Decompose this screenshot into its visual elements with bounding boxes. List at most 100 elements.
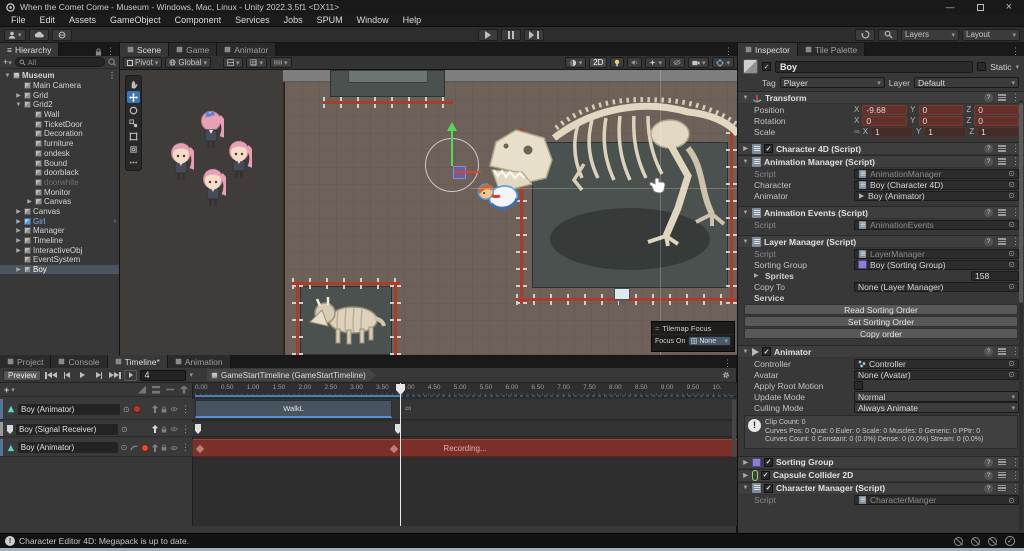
timeline-breadcrumb[interactable]: GameStartTimeline (GameStartTimeline) [207, 369, 376, 381]
custom-tool-button[interactable] [127, 156, 140, 168]
foldout-arrow-icon[interactable]: ▶ [15, 92, 22, 99]
position-y-field[interactable]: 0 [919, 105, 964, 115]
component-checkbox[interactable]: ✓ [761, 471, 770, 480]
object-picker-icon[interactable]: ⊙ [1008, 220, 1015, 229]
hierarchy-item-eventsystem[interactable]: EventSystem [0, 255, 119, 265]
script-field[interactable]: CharacterManger⊙ [854, 495, 1019, 505]
rect-tool-button[interactable] [127, 130, 140, 142]
search-button[interactable] [878, 29, 898, 41]
scale-y-field[interactable]: 1 [924, 127, 966, 137]
menu-jobs[interactable]: Jobs [277, 14, 310, 27]
static-checkbox[interactable] [977, 62, 986, 71]
preview-toggle[interactable]: Preview [3, 370, 41, 381]
script-field[interactable]: LayerManager⊙ [854, 249, 1019, 259]
transform-header[interactable]: ▼ Transform ?⋮ [738, 91, 1024, 104]
foldout-arrow-icon[interactable]: ▶ [15, 237, 22, 244]
character4d-header[interactable]: ▶ ✓ Character 4D (Script) ?⋮ [738, 142, 1024, 155]
eye-icon[interactable] [170, 445, 178, 451]
npc-girl-sprite[interactable] [200, 168, 226, 208]
object-picker-icon[interactable]: ⊙ [1008, 370, 1015, 379]
hierarchy-item-decoration[interactable]: Decoration [0, 129, 119, 139]
goto-end-button[interactable] [108, 370, 121, 381]
object-picker-icon[interactable]: ⊙ [1008, 260, 1015, 269]
link-scale-icon[interactable]: ∞ [854, 127, 860, 136]
scale-x-field[interactable]: 1 [871, 127, 913, 137]
close-button[interactable]: × [1006, 1, 1012, 13]
play-range-toggle[interactable] [124, 370, 137, 381]
scene-viewport[interactable]: = Tilemap Focus Focus On None ▾ [120, 70, 737, 355]
audio-toggle[interactable] [627, 57, 642, 68]
transform-tool-button[interactable] [127, 143, 140, 155]
animation-manager-header[interactable]: ▼ Animation Manager (Script) ?⋮ [738, 155, 1024, 168]
object-picker-icon[interactable]: ⊙ [1008, 249, 1015, 258]
hierarchy-item-main-camera[interactable]: Main Camera [0, 81, 119, 91]
menu-help[interactable]: Help [396, 14, 429, 27]
shading-mode-dropdown[interactable]: ▾ [565, 57, 587, 68]
script-field[interactable]: AnimationManager⊙ [854, 169, 1019, 179]
timeline-clips-area[interactable]: 0.000.501.001.502.002.503.003.504.004.50… [193, 383, 737, 526]
global-toggle[interactable]: Global▾ [165, 57, 211, 68]
hierarchy-item-grid2[interactable]: ▼ Grid2 [0, 100, 119, 110]
animator-header[interactable]: ▼ ✓ Animator ?⋮ [738, 345, 1024, 358]
status-message[interactable]: Character Editor 4D: Megapack is up to d… [19, 536, 189, 546]
no-bake-icon-1[interactable] [954, 537, 963, 546]
view-tool-button[interactable] [127, 78, 140, 90]
focus-on-dropdown[interactable]: None ▾ [688, 336, 731, 346]
maximize-button[interactable] [977, 4, 984, 11]
eye-icon[interactable] [170, 406, 178, 412]
walk-clip[interactable]: WalkL [195, 400, 392, 418]
object-picker-icon[interactable]: ⊙ [1008, 180, 1015, 189]
track-menu-icon[interactable]: ⋮ [181, 443, 190, 452]
track-header-boy-animator-[interactable]: Boy (Animator) ⊙ ⋮ [0, 439, 193, 457]
gameobject-name-field[interactable]: Boy [775, 61, 973, 73]
tool-settings-dropdown[interactable]: ▾ [223, 57, 244, 68]
animation-track-lane[interactable]: WalkL ∞ [193, 399, 737, 420]
no-bake-icon-3[interactable] [988, 537, 997, 546]
tab-animator[interactable]: Animator [217, 43, 276, 56]
next-frame-button[interactable] [92, 370, 105, 381]
frame-field[interactable]: 4 [140, 370, 186, 381]
trex-skeleton-sprite[interactable] [488, 72, 737, 267]
hierarchy-item-bound[interactable]: Bound [0, 158, 119, 168]
panel-menu-icon[interactable]: ⋮ [1011, 47, 1020, 56]
static-dropdown-icon[interactable]: ▾ [1015, 63, 1019, 71]
signal-marker[interactable] [195, 424, 201, 434]
menu-edit[interactable]: Edit [33, 14, 63, 27]
eye-icon[interactable] [170, 426, 178, 432]
layers-dropdown[interactable]: Layers▾ [901, 29, 959, 41]
mix-mode-icon[interactable] [138, 386, 146, 394]
track-menu-icon[interactable]: ⋮ [181, 425, 190, 434]
snap-dropdown[interactable]: ▾ [270, 57, 292, 68]
position-x-field[interactable]: -9.68 [862, 105, 907, 115]
object-picker-icon[interactable]: ⊙ [1008, 169, 1015, 178]
foldout-arrow-icon[interactable]: ▼ [4, 73, 11, 79]
move-gizmo-x-axis[interactable] [454, 171, 481, 173]
apply-root-motion-checkbox[interactable] [854, 381, 863, 390]
hierarchy-item-museum[interactable]: ▼ Museum ⋮ [0, 71, 119, 81]
timeline-settings-gear-icon[interactable] [721, 370, 731, 380]
curves-icon[interactable] [130, 444, 138, 452]
preset-icon[interactable] [998, 94, 1006, 101]
ripple-mode-icon[interactable] [152, 386, 160, 394]
tab-tilepalette[interactable]: Tile Palette [798, 43, 865, 56]
menu-gameobject[interactable]: GameObject [103, 14, 168, 27]
hierarchy-item-wall[interactable]: Wall [0, 110, 119, 120]
cloud-button[interactable] [29, 29, 49, 41]
object-picker-icon[interactable]: ⊙ [1008, 496, 1015, 505]
tab-inspector[interactable]: Inspector [738, 43, 798, 56]
2d-mode-toggle[interactable]: 2D [589, 57, 607, 68]
character-field[interactable]: Boy (Character 4D)⊙ [854, 180, 1019, 190]
object-picker-icon[interactable]: ⊙ [121, 443, 128, 452]
component-checkbox[interactable]: ✓ [764, 484, 773, 493]
copy-to-field[interactable]: None (Layer Manager)⊙ [854, 282, 1019, 292]
scale-tool-button[interactable] [127, 117, 140, 129]
add-track-dropdown-icon[interactable]: ▾ [11, 386, 15, 394]
npc-girl-sprite[interactable] [168, 142, 194, 182]
grid-visibility-dropdown[interactable]: ▾ [246, 57, 267, 68]
undo-history-button[interactable] [855, 29, 875, 41]
animator-field[interactable]: Boy (Animator)⊙ [854, 191, 1019, 201]
hierarchy-menu-icon[interactable]: ⋮ [106, 47, 115, 56]
component-checkbox[interactable]: ✓ [764, 144, 773, 153]
object-picker-icon[interactable]: ⊙ [1008, 191, 1015, 200]
menu-window[interactable]: Window [350, 14, 396, 27]
